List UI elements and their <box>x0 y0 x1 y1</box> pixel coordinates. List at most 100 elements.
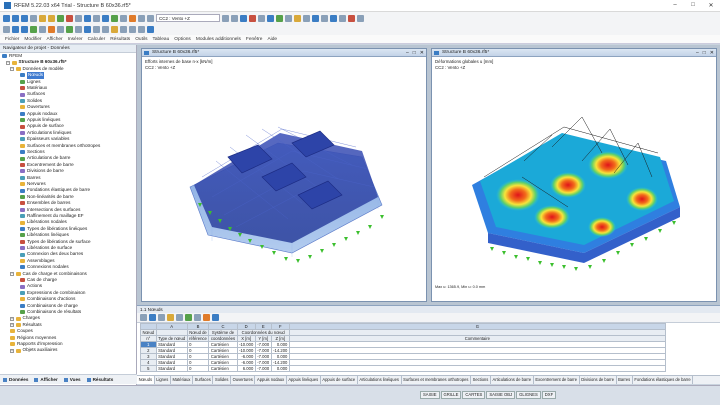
collapse-icon[interactable]: − <box>6 60 10 65</box>
table-tab[interactable]: Articulations de barre <box>491 376 534 384</box>
table-cell[interactable]: -14.200 <box>270 347 290 354</box>
close-button[interactable]: ✕ <box>702 2 720 9</box>
move-icon[interactable] <box>93 26 100 33</box>
expand-icon[interactable]: + <box>10 322 14 327</box>
table-highlight-icon[interactable] <box>203 314 210 321</box>
select-icon[interactable] <box>3 26 10 33</box>
status-osnap[interactable]: SAISIE OBJ <box>486 391 516 399</box>
table-tab[interactable]: Surfaces et membranes orthotropes <box>402 376 472 384</box>
table-select-icon[interactable] <box>185 314 192 321</box>
model-window-internal-forces[interactable]: Structure B 60x36.rf5* – □ ✕ Efforts inter… <box>141 48 427 302</box>
tab-views[interactable]: Vues <box>63 377 81 382</box>
print-icon[interactable] <box>30 14 37 22</box>
table-cell[interactable]: 0 <box>186 365 210 372</box>
menu-calculate[interactable]: Calculer <box>88 37 106 42</box>
xy-view-icon[interactable] <box>120 26 127 33</box>
minimize-button[interactable]: – <box>666 2 684 9</box>
opening-icon[interactable] <box>57 26 64 33</box>
table-cell[interactable]: -7.000 <box>254 341 272 348</box>
animation-icon[interactable] <box>294 14 301 22</box>
open-icon[interactable] <box>12 14 19 22</box>
maximize-icon[interactable]: □ <box>413 49 416 57</box>
node-icon[interactable] <box>12 26 19 33</box>
new-icon[interactable] <box>3 14 10 22</box>
next-icon[interactable] <box>231 14 238 22</box>
table-tab[interactable]: Fondations élastiques de barre <box>633 376 694 384</box>
table-tab[interactable]: Lignes <box>155 376 171 384</box>
table-cell[interactable]: Standard <box>155 365 188 372</box>
table-tab[interactable]: Ouvertures <box>231 376 256 384</box>
undo-icon[interactable] <box>39 14 46 22</box>
snap-icon[interactable] <box>330 14 337 22</box>
minimize-icon[interactable]: – <box>696 49 699 57</box>
table-prev-icon[interactable] <box>140 314 147 321</box>
tree-item[interactable]: + Objets auxiliaires <box>10 347 57 353</box>
tab-results[interactable]: Résultats <box>86 377 113 382</box>
table-cell[interactable]: -7.000 <box>254 365 272 372</box>
line-icon[interactable] <box>21 26 28 33</box>
save-icon[interactable] <box>21 14 28 22</box>
status-glines[interactable]: GLIGNES <box>516 391 541 399</box>
deformation-icon[interactable] <box>249 14 256 22</box>
prev-icon[interactable] <box>222 14 229 22</box>
yz-view-icon[interactable] <box>138 26 145 33</box>
filter-icon[interactable] <box>111 14 118 22</box>
table-cell[interactable]: Cartésien <box>208 365 238 372</box>
table-row[interactable]: 5 Standard 0 Cartésien 6.000 -7.000 0.000 <box>140 365 666 372</box>
calculate-icon[interactable] <box>57 14 64 22</box>
redo-icon[interactable] <box>48 14 55 22</box>
status-snap[interactable]: SAISIE <box>420 391 440 399</box>
menu-file[interactable]: Fichier <box>5 37 19 42</box>
values-icon[interactable] <box>258 14 265 22</box>
table-tab[interactable]: Appuis de surface <box>321 376 358 384</box>
table-tab[interactable]: Surfaces <box>193 376 214 384</box>
mirror-icon[interactable] <box>102 26 109 33</box>
tab-display[interactable]: Afficher <box>34 377 58 382</box>
section-icon[interactable] <box>285 14 292 22</box>
status-dxf[interactable]: DXF <box>541 391 557 399</box>
table-columns-icon[interactable] <box>194 314 201 321</box>
arrow-icon[interactable] <box>138 14 145 22</box>
menu-edit[interactable]: Modifier <box>24 37 41 42</box>
maximize-icon[interactable]: □ <box>703 49 706 57</box>
results-icon[interactable] <box>66 14 73 22</box>
close-icon[interactable]: ✕ <box>420 49 424 57</box>
collapse-icon[interactable]: − <box>10 66 14 71</box>
table-cell[interactable]: 5 <box>140 365 157 372</box>
table-cell[interactable] <box>288 365 666 372</box>
table-cell[interactable]: -7.000 <box>254 347 272 354</box>
table-tab[interactable]: Matériaux <box>171 376 194 384</box>
arrow-icon[interactable] <box>147 14 154 22</box>
table-tab[interactable]: Nœuds <box>137 376 155 384</box>
isosurface-icon[interactable] <box>267 14 274 22</box>
surface-icon[interactable] <box>30 26 37 33</box>
deformation-model-view[interactable] <box>432 57 716 293</box>
member-icon[interactable] <box>48 26 55 33</box>
xz-view-icon[interactable] <box>129 26 136 33</box>
table-cell[interactable]: 0.000 <box>270 365 290 372</box>
work-plane-icon[interactable] <box>339 14 346 22</box>
grid-icon[interactable] <box>321 14 328 22</box>
collapse-icon[interactable]: − <box>10 271 14 276</box>
support-icon[interactable] <box>276 14 283 22</box>
status-grid[interactable]: GRILLE <box>440 391 462 399</box>
iso-view-icon[interactable] <box>147 26 154 33</box>
expand-icon[interactable]: + <box>10 316 14 321</box>
table-tab[interactable]: Barres <box>617 376 633 384</box>
table-cell[interactable]: -10.000 <box>236 341 256 348</box>
table-tab[interactable]: Excentrement de barre <box>534 376 580 384</box>
menu-results[interactable]: Résultats <box>110 37 130 42</box>
hinge-icon[interactable] <box>75 26 82 33</box>
nodal-support-icon[interactable] <box>66 26 73 33</box>
rotate-icon[interactable] <box>102 14 109 22</box>
table-cell[interactable]: -10.000 <box>236 347 256 354</box>
expand-icon[interactable]: + <box>10 348 14 353</box>
menu-table[interactable]: Tableau <box>152 37 169 42</box>
table-cell[interactable]: 6.000 <box>236 365 256 372</box>
table-tab[interactable]: Appuis linéiques <box>287 376 321 384</box>
menu-window[interactable]: Fenêtre <box>246 37 263 42</box>
table-zoom-icon[interactable] <box>212 314 219 321</box>
minimize-icon[interactable]: – <box>406 49 409 57</box>
dimension-icon[interactable] <box>312 14 319 22</box>
model-window-deformations[interactable]: Structure B 60x36.rf5* – □ ✕ Déformations … <box>431 48 717 302</box>
